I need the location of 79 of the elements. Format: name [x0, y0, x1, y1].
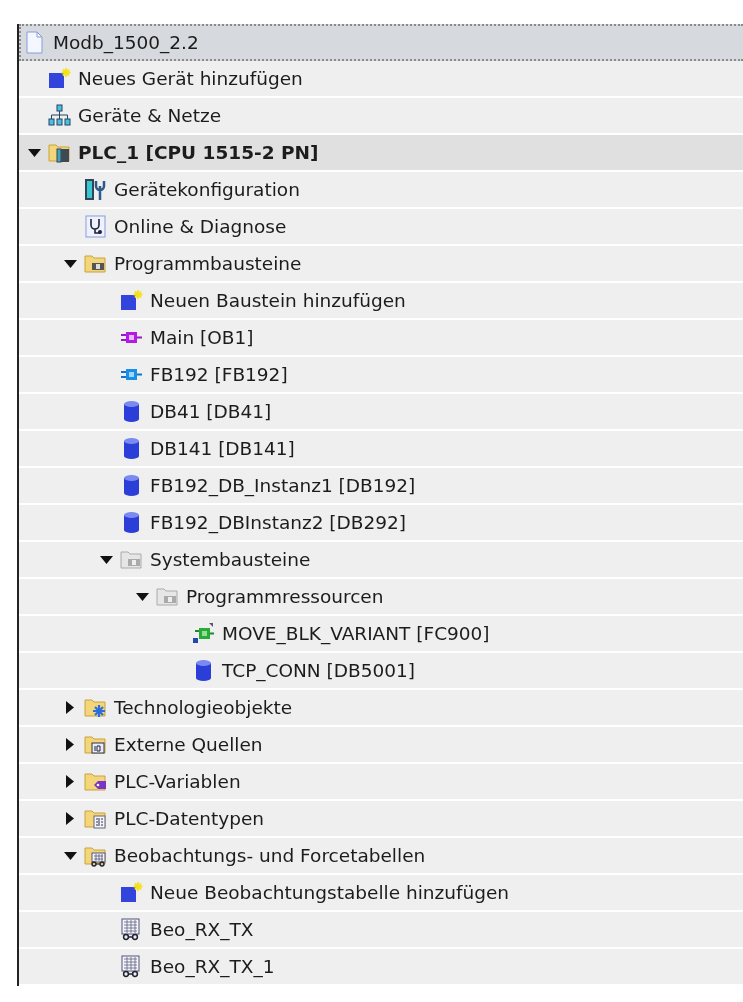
tree-item[interactable]: Neuen Baustein hinzufügen — [19, 283, 743, 320]
tree-item[interactable]: Technologieobjekte — [19, 690, 743, 727]
expanded-arrow-icon[interactable] — [99, 555, 113, 564]
add-star-icon — [120, 289, 143, 312]
folder-icon — [84, 770, 107, 793]
tree-item[interactable]: Online & Diagnose — [19, 209, 743, 246]
block-icon — [192, 622, 215, 645]
folder-icon — [84, 807, 107, 830]
tree-item-label: Neues Gerät hinzufügen — [78, 68, 303, 89]
tree-item-label: Beo_RX_TX — [150, 919, 254, 940]
folder-icon — [84, 733, 107, 756]
folder-icon — [84, 696, 107, 719]
tree-item-label: Geräte & Netze — [78, 105, 222, 126]
document-icon — [23, 31, 46, 54]
tree-item-label: Online & Diagnose — [114, 216, 287, 237]
add-star-icon — [120, 881, 143, 904]
tree-item[interactable]: Neues Gerät hinzufügen — [19, 61, 743, 98]
tree-item[interactable]: Main [OB1] — [19, 320, 743, 357]
tree-item[interactable]: Neue Beobachtungstabelle hinzufügen — [19, 875, 743, 912]
collapsed-arrow-icon[interactable] — [66, 701, 74, 714]
folder-icon — [48, 141, 71, 164]
expanded-arrow-icon[interactable] — [63, 851, 77, 860]
tree-item-label: Beo_RX_TX_1 — [150, 956, 275, 977]
tree-item-label: Neuen Baustein hinzufügen — [150, 290, 406, 311]
tree-item[interactable]: Modb_1500_2.2 — [19, 24, 743, 61]
folder-icon — [84, 252, 107, 275]
expanded-arrow-icon[interactable] — [27, 148, 41, 157]
tree-item[interactable]: Systembausteine — [19, 542, 743, 579]
tree-item[interactable]: Beo_RX_TX — [19, 912, 743, 949]
tree-item-label: DB141 [DB141] — [150, 438, 295, 459]
tree-item[interactable]: FB192 [FB192] — [19, 357, 743, 394]
tree-item[interactable]: Gerätekonfiguration — [19, 172, 743, 209]
tree-item-label: MOVE_BLK_VARIANT [FC900] — [222, 623, 490, 644]
tree-item[interactable]: Externe Quellen — [19, 727, 743, 764]
tree-item[interactable]: PLC-Datentypen — [19, 801, 743, 838]
network-icon — [48, 104, 71, 127]
device-wrench-icon — [84, 178, 107, 201]
tree-item-label: TCP_CONN [DB5001] — [222, 660, 416, 681]
tree-item[interactable]: TCP_CONN [DB5001] — [19, 653, 743, 690]
tree-item-label: FB192 [FB192] — [150, 364, 288, 385]
tree-item-label: Programmbausteine — [114, 253, 302, 274]
tree-item[interactable]: PLC-Variablen — [19, 764, 743, 801]
tree-item-label: PLC-Datentypen — [114, 808, 265, 829]
tree-item[interactable]: PLC_1 [CPU 1515-2 PN] — [19, 135, 743, 172]
collapsed-arrow-icon[interactable] — [66, 812, 74, 825]
folder-icon — [84, 844, 107, 867]
tree-item[interactable]: FB192_DB_Instanz1 [DB192] — [19, 468, 743, 505]
tree-item[interactable]: Programmressourcen — [19, 579, 743, 616]
tree-item-label: DB41 [DB41] — [150, 401, 272, 422]
tree-item-label: Externe Quellen — [114, 734, 263, 755]
tree-item-label: Modb_1500_2.2 — [53, 32, 199, 53]
tree-item-label: Technologieobjekte — [114, 697, 293, 718]
expanded-arrow-icon[interactable] — [135, 592, 149, 601]
tree-item-label: PLC-Variablen — [114, 771, 241, 792]
tree-item[interactable]: Programmbausteine — [19, 246, 743, 283]
tree-item-label: Systembausteine — [150, 549, 311, 570]
tree-item-label: Main [OB1] — [150, 327, 254, 348]
tree-item-label: Gerätekonfiguration — [114, 179, 300, 200]
tree-item-label: Beobachtungs- und Forcetabellen — [114, 845, 426, 866]
tree-item[interactable]: Beobachtungs- und Forcetabellen — [19, 838, 743, 875]
tree-item-label: Neue Beobachtungstabelle hinzufügen — [150, 882, 510, 903]
add-star-icon — [48, 67, 71, 90]
tree-item[interactable]: Beo_RX_TX_1 — [19, 949, 743, 986]
tree-item[interactable]: FB192_DBInstanz2 [DB292] — [19, 505, 743, 542]
collapsed-arrow-icon[interactable] — [66, 775, 74, 788]
tree-item-label: FB192_DB_Instanz1 [DB192] — [150, 475, 416, 496]
watch-table-icon — [120, 918, 143, 941]
stethoscope-icon — [84, 215, 107, 238]
tree-item-label: FB192_DBInstanz2 [DB292] — [150, 512, 406, 533]
tree-item-label: Programmressourcen — [186, 586, 384, 607]
collapsed-arrow-icon[interactable] — [66, 738, 74, 751]
tree-item[interactable]: MOVE_BLK_VARIANT [FC900] — [19, 616, 743, 653]
expanded-arrow-icon[interactable] — [63, 259, 77, 268]
tree-item[interactable]: DB41 [DB41] — [19, 394, 743, 431]
folder-icon — [120, 548, 143, 571]
tree-item[interactable]: DB141 [DB141] — [19, 431, 743, 468]
folder-icon — [156, 585, 179, 608]
tree-item-label: PLC_1 [CPU 1515-2 PN] — [78, 142, 319, 163]
watch-table-icon — [120, 955, 143, 978]
